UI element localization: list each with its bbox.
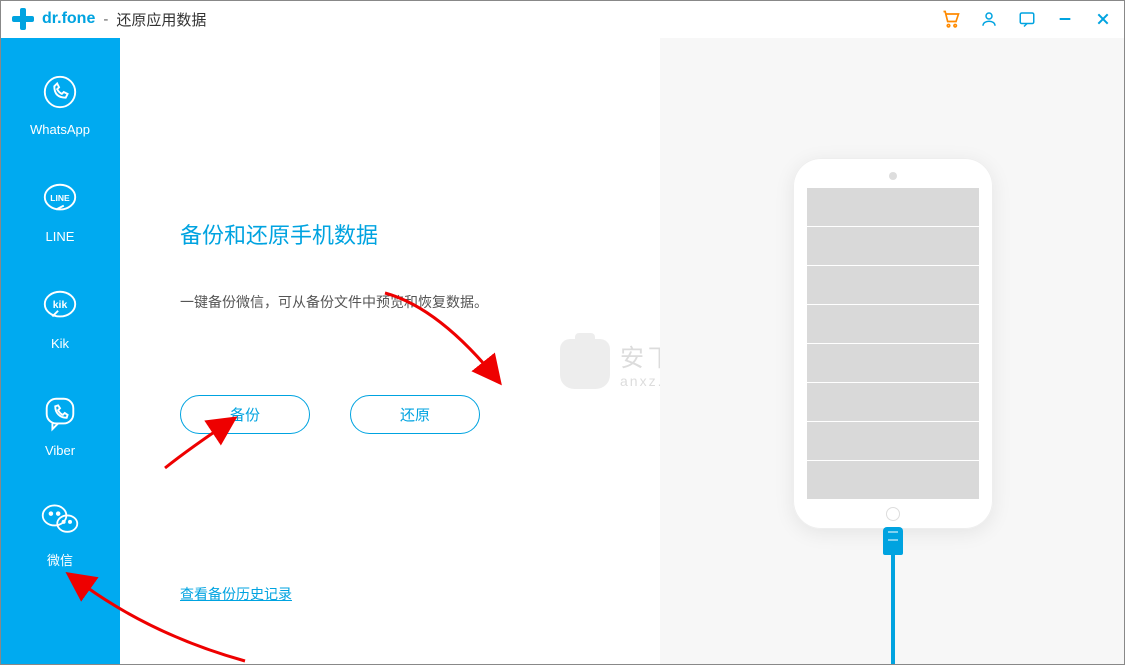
- sidebar-item-label: Viber: [45, 443, 75, 458]
- sidebar-item-line[interactable]: LINE LINE: [0, 165, 120, 272]
- close-icon[interactable]: [1093, 9, 1113, 29]
- sidebar: WhatsApp LINE LINE kik Kik Viber 微信: [0, 38, 120, 665]
- title-bar: dr.fone - 还原应用数据: [0, 0, 1125, 38]
- viber-icon: [40, 393, 80, 433]
- right-pane: [660, 38, 1125, 665]
- cable-wire: [891, 555, 895, 665]
- kik-icon: kik: [40, 286, 80, 326]
- page-title: 还原应用数据: [116, 9, 206, 30]
- content-description: 一键备份微信，可从备份文件中预览和恢复数据。: [180, 290, 660, 315]
- backup-button[interactable]: 备份: [180, 395, 310, 434]
- sidebar-item-label: WhatsApp: [30, 122, 90, 137]
- sidebar-item-whatsapp[interactable]: WhatsApp: [0, 58, 120, 165]
- svg-text:LINE: LINE: [50, 193, 70, 203]
- sidebar-item-label: 微信: [47, 550, 73, 569]
- logo-icon: [12, 8, 34, 30]
- cable-plug-icon: [883, 527, 903, 555]
- sidebar-item-wechat[interactable]: 微信: [0, 486, 120, 597]
- brand-text: dr.fone: [42, 10, 95, 28]
- title-separator: -: [103, 11, 108, 28]
- sidebar-item-label: Kik: [51, 336, 69, 351]
- whatsapp-icon: [40, 72, 80, 112]
- svg-text:kik: kik: [53, 300, 68, 311]
- user-icon[interactable]: [979, 9, 999, 29]
- history-link[interactable]: 查看备份历史记录: [180, 586, 292, 602]
- content-heading: 备份和还原手机数据: [180, 218, 660, 250]
- wechat-icon: [40, 500, 80, 540]
- feedback-icon[interactable]: [1017, 9, 1037, 29]
- phone-illustration: [793, 158, 993, 529]
- cart-icon[interactable]: [941, 9, 961, 29]
- sidebar-item-kik[interactable]: kik Kik: [0, 272, 120, 379]
- line-icon: LINE: [40, 179, 80, 219]
- window-actions: [941, 9, 1113, 29]
- content-area: 备份和还原手机数据 一键备份微信，可从备份文件中预览和恢复数据。 备份 还原 查…: [120, 38, 1125, 665]
- restore-button[interactable]: 还原: [350, 395, 480, 434]
- minimize-icon[interactable]: [1055, 9, 1075, 29]
- left-pane: 备份和还原手机数据 一键备份微信，可从备份文件中预览和恢复数据。 备份 还原 查…: [120, 38, 660, 665]
- sidebar-item-viber[interactable]: Viber: [0, 379, 120, 486]
- sidebar-item-label: LINE: [46, 229, 75, 244]
